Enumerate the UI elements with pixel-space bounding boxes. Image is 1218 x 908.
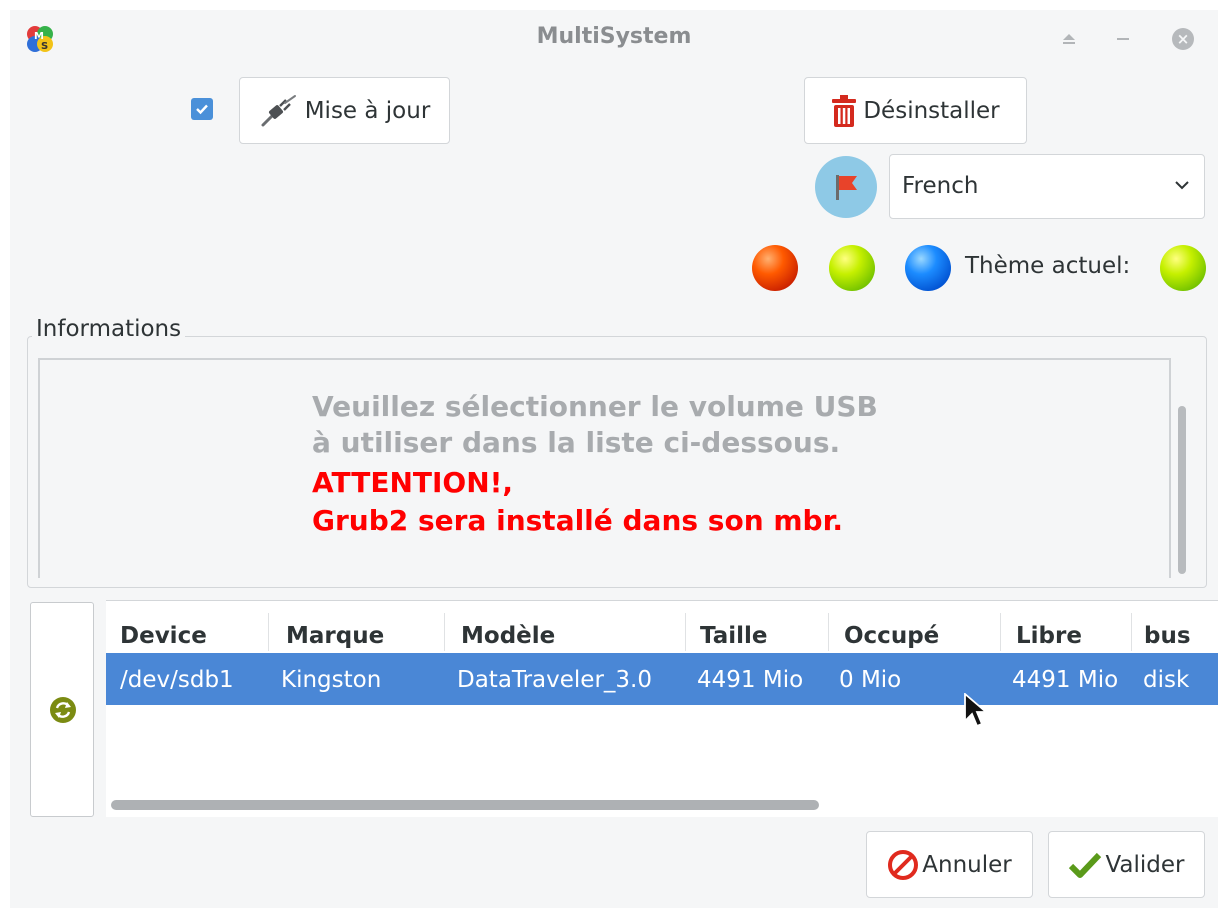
theme-green-button[interactable] [829, 245, 875, 291]
checkmark-icon [1068, 851, 1102, 879]
column-separator [685, 613, 686, 651]
cell-marque: Kingston [281, 667, 382, 693]
mouse-pointer-icon [963, 692, 989, 733]
current-theme-indicator [1160, 245, 1206, 291]
column-header-taille[interactable]: Taille [700, 623, 768, 649]
warning-line: Grub2 sera installé dans son mbr. [312, 504, 844, 537]
window-title: MultiSystem [536, 24, 692, 49]
informations-legend: Informations [32, 316, 186, 342]
refresh-button[interactable] [49, 696, 77, 728]
language-select[interactable]: French [889, 154, 1205, 219]
column-separator [444, 613, 445, 651]
validate-button-label: Valider [1105, 851, 1185, 878]
column-separator [1131, 613, 1132, 651]
cell-bus: disk [1143, 667, 1190, 693]
information-text-area: Veuillez sélectionner le volume USB à ut… [38, 358, 1171, 578]
title-bar: M S MultiSystem × [10, 10, 1218, 68]
cancel-button[interactable]: Annuler [866, 831, 1033, 898]
cell-libre: 4491 Mio [1012, 667, 1119, 693]
refresh-panel [30, 602, 94, 817]
close-button[interactable]: × [1172, 28, 1194, 50]
theme-blue-button[interactable] [905, 245, 951, 291]
table-horizontal-scrollbar[interactable] [111, 800, 819, 810]
update-checkbox[interactable] [191, 98, 213, 120]
column-header-device[interactable]: Device [120, 623, 207, 649]
info-scrollbar[interactable] [1178, 406, 1186, 574]
flag-icon [836, 175, 857, 200]
language-selected-value: French [902, 173, 979, 199]
maximize-button[interactable] [1058, 28, 1080, 50]
chevron-down-icon [1175, 181, 1189, 190]
warning-line: ATTENTION!, [312, 466, 514, 499]
current-theme-label: Thème actuel: [965, 253, 1131, 279]
update-button[interactable]: Mise à jour [239, 77, 450, 144]
close-icon: × [1172, 28, 1194, 50]
table-row[interactable]: /dev/sdb1 Kingston DataTraveler_3.0 4491… [106, 653, 1218, 705]
minimize-icon [1117, 38, 1129, 40]
cell-modele: DataTraveler_3.0 [457, 667, 652, 693]
uninstall-button-label: Désinstaller [863, 97, 1000, 124]
column-separator [1000, 613, 1001, 651]
theme-orange-button[interactable] [752, 245, 798, 291]
trash-icon [831, 94, 857, 128]
column-header-libre[interactable]: Libre [1016, 623, 1082, 649]
plug-icon [259, 94, 299, 128]
language-flag-button[interactable] [815, 156, 877, 218]
info-line: Veuillez sélectionner le volume USB [312, 390, 878, 423]
uninstall-button[interactable]: Désinstaller [804, 77, 1027, 144]
column-separator [828, 613, 829, 651]
cell-occupe: 0 Mio [839, 667, 902, 693]
checkmark-icon [196, 104, 208, 115]
update-button-label: Mise à jour [304, 97, 431, 124]
cancel-icon [887, 849, 919, 881]
device-table[interactable]: Device Marque Modèle Taille Occupé Libre… [106, 600, 1218, 817]
cell-taille: 4491 Mio [697, 667, 804, 693]
column-header-modele[interactable]: Modèle [461, 623, 555, 649]
column-header-marque[interactable]: Marque [286, 623, 384, 649]
column-header-bus[interactable]: bus [1144, 623, 1191, 649]
refresh-icon [50, 697, 76, 723]
validate-button[interactable]: Valider [1048, 831, 1205, 898]
minimize-button[interactable] [1112, 28, 1134, 50]
cell-device: /dev/sdb1 [120, 667, 234, 693]
column-separator [268, 613, 269, 651]
info-line: à utiliser dans la liste ci-dessous. [312, 426, 841, 459]
multisystem-window: M S MultiSystem × Mise à jour Désinstall… [10, 10, 1218, 908]
maximize-icon [1063, 34, 1075, 44]
column-header-occupe[interactable]: Occupé [844, 623, 939, 649]
cancel-button-label: Annuler [922, 851, 1012, 878]
